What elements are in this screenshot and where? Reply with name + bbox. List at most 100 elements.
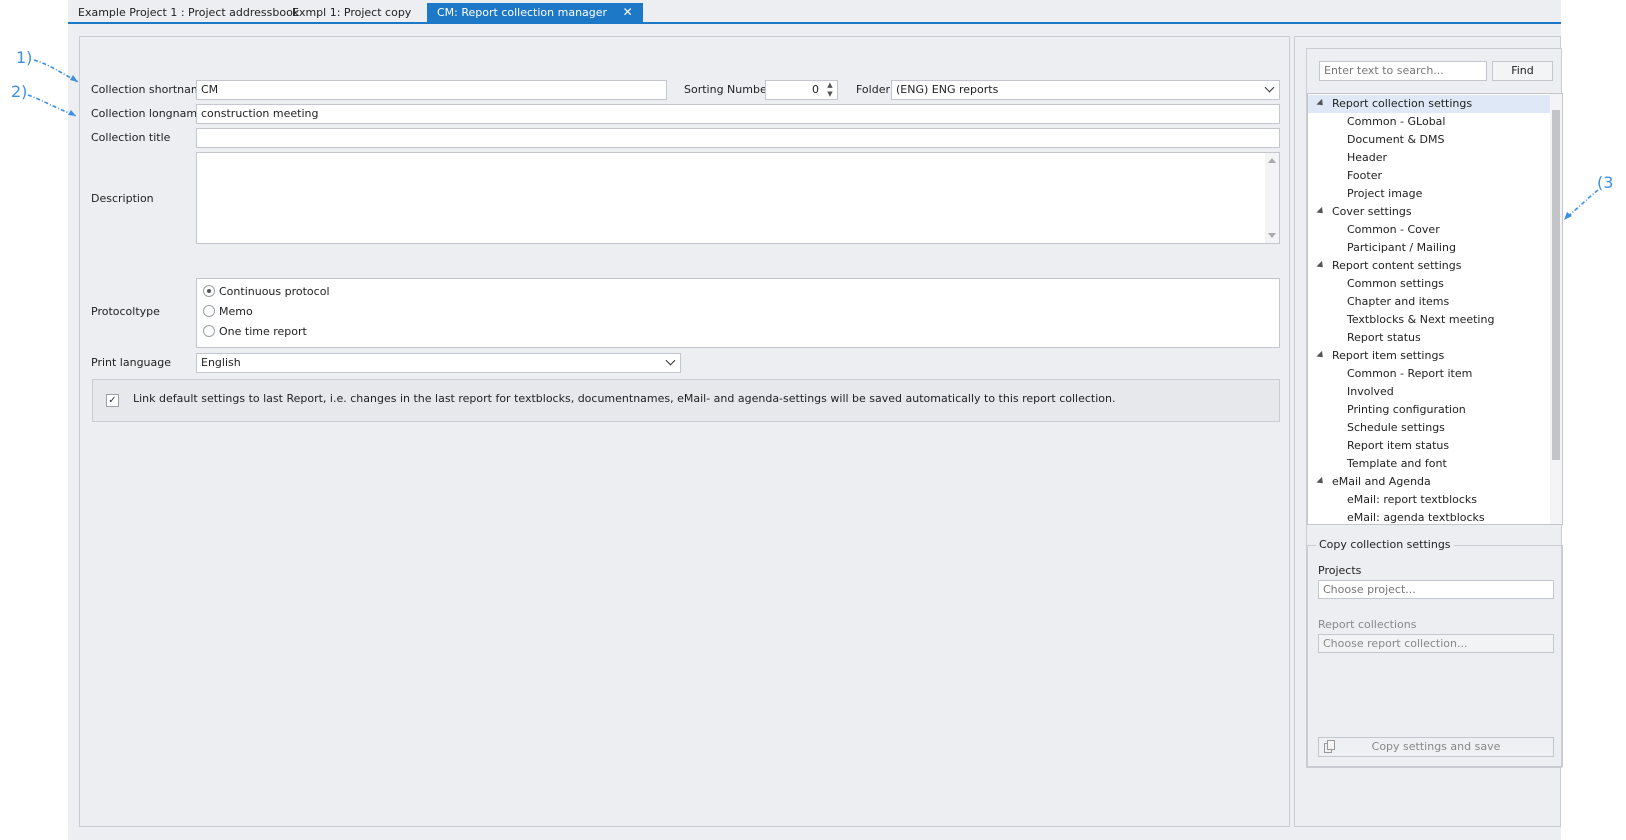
tab-project-copy[interactable]: Exmpl 1: Project copy: [282, 3, 421, 24]
tree-node-project-image[interactable]: Project image: [1347, 185, 1422, 203]
print-language-value: English: [201, 356, 241, 369]
sorting-number-stepper[interactable]: 0 ▲ ▼: [765, 80, 838, 100]
tab-label: Example Project 1 : Project addressbook: [78, 6, 300, 19]
tree-node-common-global[interactable]: Common - GLobal: [1347, 113, 1445, 131]
print-language-label: Print language: [91, 356, 172, 369]
longname-label: Collection longname: [91, 107, 204, 120]
link-settings-checkbox[interactable]: ✓: [106, 394, 119, 407]
print-language-select[interactable]: English: [196, 353, 681, 373]
description-textarea[interactable]: [196, 152, 1280, 244]
annotation-3: (3: [1597, 173, 1614, 192]
tree-node-label: Report collection settings: [1332, 97, 1473, 110]
tree-scrollbar[interactable]: [1550, 94, 1562, 524]
chevron-down-icon: [1264, 82, 1275, 93]
radio-label: Continuous protocol: [219, 285, 330, 298]
tree-node-email-agenda-textblocks[interactable]: eMail: agenda textblocks: [1347, 509, 1485, 524]
projects-label: Projects: [1318, 564, 1362, 577]
copy-settings-group: Copy collection settings Projects Choose…: [1307, 538, 1563, 767]
longname-input[interactable]: construction meeting: [196, 104, 1280, 124]
chevron-down-icon: [665, 355, 676, 366]
tree-node-cover-settings[interactable]: Cover settings: [1316, 203, 1412, 221]
settings-navigator-panel: Enter text to search... Find Report coll…: [1294, 36, 1563, 827]
tree-node-chapter-and-items[interactable]: Chapter and items: [1347, 293, 1449, 311]
title-label: Collection title: [91, 131, 171, 144]
tree-node-textblocks-next-meeting[interactable]: Textblocks & Next meeting: [1347, 311, 1494, 329]
report-collections-label: Report collections: [1318, 618, 1417, 631]
scroll-down-icon[interactable]: [1268, 233, 1276, 238]
tree-node-report-collection-settings[interactable]: Report collection settings: [1308, 95, 1552, 113]
tab-label: Exmpl 1: Project copy: [292, 6, 412, 19]
title-input[interactable]: [196, 128, 1280, 148]
radio-memo[interactable]: Memo: [203, 304, 253, 320]
application-window: Example Project 1 : Project addressbook …: [68, 0, 1563, 840]
link-settings-panel: ✓ Link default settings to last Report, …: [92, 379, 1280, 422]
search-input[interactable]: Enter text to search...: [1319, 61, 1487, 81]
tree-node-label: Cover settings: [1332, 205, 1412, 218]
description-scrollbar[interactable]: [1265, 153, 1279, 243]
navigator-inner: Enter text to search... Find Report coll…: [1306, 48, 1563, 768]
settings-tree: Report collection settings Common - GLob…: [1307, 93, 1563, 525]
tab-report-collection-manager[interactable]: CM: Report collection manager ✕: [427, 3, 643, 24]
folder-label: Folder: [856, 83, 890, 96]
radio-label: One time report: [219, 325, 307, 338]
tree-node-common-settings[interactable]: Common settings: [1347, 275, 1444, 293]
description-label: Description: [91, 192, 154, 205]
tab-project-addressbook[interactable]: Example Project 1 : Project addressbook: [68, 3, 309, 24]
find-button[interactable]: Find: [1492, 61, 1553, 81]
document-tab-bar: Example Project 1 : Project addressbook …: [68, 0, 1561, 24]
close-icon[interactable]: ✕: [623, 3, 633, 22]
tree-node-schedule-settings[interactable]: Schedule settings: [1347, 419, 1445, 437]
scroll-thumb[interactable]: [1552, 110, 1560, 460]
scroll-up-icon[interactable]: [1268, 158, 1276, 163]
stepper-arrows[interactable]: ▲ ▼: [824, 81, 836, 99]
annotation-2: 2): [11, 82, 28, 101]
tree-node-participant-mailing[interactable]: Participant / Mailing: [1347, 239, 1456, 257]
annotation-arrowhead-3: [1564, 212, 1572, 220]
copy-settings-button[interactable]: Copy settings and save: [1318, 737, 1554, 757]
tree-node-document-dms[interactable]: Document & DMS: [1347, 131, 1445, 149]
tree-node-label: eMail and Agenda: [1332, 475, 1431, 488]
annotation-arrow-3: [1565, 189, 1599, 219]
collection-form-panel: Collection shortname CM Sorting Number 0…: [79, 36, 1290, 827]
radio-icon: [203, 305, 215, 317]
shortname-input[interactable]: CM: [196, 80, 667, 100]
tree-node-footer[interactable]: Footer: [1347, 167, 1382, 185]
tree-node-template-and-font[interactable]: Template and font: [1347, 455, 1447, 473]
protocoltype-label: Protocoltype: [91, 305, 160, 318]
stepper-down-icon[interactable]: ▼: [824, 90, 836, 99]
tree-node-common-cover[interactable]: Common - Cover: [1347, 221, 1440, 239]
projects-input[interactable]: Choose project...: [1318, 580, 1554, 599]
tree-node-report-item-status[interactable]: Report item status: [1347, 437, 1449, 455]
expand-triangle-icon[interactable]: [1316, 476, 1326, 487]
folder-value: (ENG) ENG reports: [896, 83, 999, 96]
tree-node-printing-configuration[interactable]: Printing configuration: [1347, 401, 1466, 419]
tab-label: CM: Report collection manager: [437, 6, 608, 19]
tree-node-report-content-settings[interactable]: Report content settings: [1316, 257, 1462, 275]
stepper-up-icon[interactable]: ▲: [824, 81, 836, 90]
tree-node-header[interactable]: Header: [1347, 149, 1387, 167]
shortname-label: Collection shortname: [91, 83, 209, 96]
expand-triangle-icon[interactable]: [1316, 260, 1326, 271]
expand-triangle-icon[interactable]: [1316, 350, 1326, 361]
sorting-number-label: Sorting Number: [684, 83, 772, 96]
copy-settings-label: Copy settings and save: [1371, 740, 1501, 753]
copy-icon: [1324, 740, 1335, 753]
report-collections-input[interactable]: Choose report collection...: [1318, 634, 1554, 653]
tree-node-email-and-agenda[interactable]: eMail and Agenda: [1316, 473, 1431, 491]
tree-node-report-item-settings[interactable]: Report item settings: [1316, 347, 1444, 365]
radio-one-time-report[interactable]: One time report: [203, 324, 307, 340]
protocoltype-radio-group: Continuous protocol Memo One time report: [196, 278, 1280, 348]
tree-node-email-report-textblocks[interactable]: eMail: report textblocks: [1347, 491, 1477, 509]
annotation-1: 1): [16, 48, 33, 67]
radio-icon: [203, 325, 215, 337]
radio-continuous-protocol[interactable]: Continuous protocol: [203, 284, 330, 300]
link-settings-text: Link default settings to last Report, i.…: [133, 392, 1116, 405]
tree-node-common-report-item[interactable]: Common - Report item: [1347, 365, 1472, 383]
sorting-number-value: 0: [812, 83, 819, 96]
tree-node-involved[interactable]: Involved: [1347, 383, 1394, 401]
tree-node-label: Report content settings: [1332, 259, 1462, 272]
expand-triangle-icon[interactable]: [1316, 206, 1326, 217]
tree-node-report-status[interactable]: Report status: [1347, 329, 1421, 347]
expand-triangle-icon[interactable]: [1316, 98, 1326, 109]
folder-select[interactable]: (ENG) ENG reports: [891, 80, 1280, 100]
